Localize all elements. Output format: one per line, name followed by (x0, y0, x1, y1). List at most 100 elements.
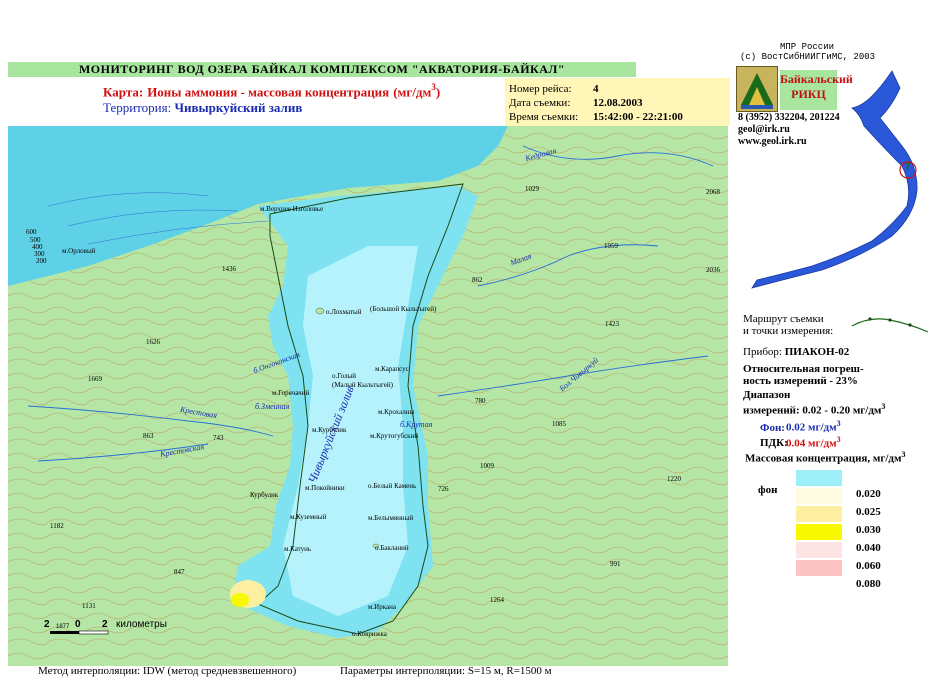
device-value: ПИАКОН-02 (784, 346, 850, 358)
route-label-1: Маршрут съемки (743, 313, 824, 325)
label-cape-gorychachi: м.Горячачий (272, 389, 310, 397)
height-mark: 2036 (706, 266, 720, 274)
legend-value: 0.040 (856, 542, 881, 554)
height-mark: 862 (472, 276, 483, 284)
height-mark: 847 (174, 568, 185, 576)
route-label-2: и точки измерения: (743, 325, 834, 337)
device-line: Прибор: ПИАКОН-02 (743, 346, 849, 358)
range-line-1: Диапазон (743, 389, 791, 401)
bg-value: 0.02 мг/дм (786, 421, 837, 434)
depth-mark: 600 (26, 228, 37, 236)
date-label: Дата съемки: (509, 97, 571, 109)
legend-value: 0.060 (856, 560, 881, 572)
label-cape-krokhalny: м.Крохалны (378, 408, 415, 416)
height-mark: 1009 (480, 462, 494, 470)
scale-unit: километры (116, 619, 167, 630)
map-prefix: Карта: (103, 84, 144, 100)
legend-value: 0.030 (856, 524, 881, 536)
label-island-bely-kamen: о.Белый Камень (368, 482, 417, 490)
label-island-goly: о.Голый (332, 372, 357, 380)
pdk-exp: 3 (836, 434, 841, 444)
pdk-value: 0.04 мг/дм (786, 437, 837, 450)
ministry-line-1: МПР России (780, 42, 835, 52)
height-mark: 743 (213, 434, 224, 442)
inset-region-marker: 7 (905, 162, 911, 173)
height-mark: 726 (438, 485, 449, 493)
map-unit: (мг/дм (393, 84, 432, 100)
survey-info-box: Номер рейса: 4 Дата съемки: 12.08.2003 В… (505, 78, 730, 126)
legend-value: 0.025 (856, 506, 881, 518)
route-legend-label: Маршрут съемки и точки измерения: (743, 313, 833, 337)
height-mark: 1131 (82, 602, 96, 610)
height-mark: 1264 (490, 596, 504, 604)
range-info: Диапазон измерений: 0.02 - 0.20 мг/дм3 (743, 389, 885, 417)
trip-label: Номер рейса: (509, 83, 572, 95)
time-label: Время съемки: (509, 111, 579, 123)
height-mark: 1085 (552, 420, 566, 428)
territory-prefix: Территория: (103, 100, 172, 115)
legend-swatch (796, 506, 842, 522)
legend-swatch (796, 524, 842, 540)
label-cape-karamtsoye: м.Карапсус (375, 365, 409, 373)
height-mark: 780 (475, 397, 486, 405)
legend-swatch (796, 542, 842, 558)
footer-params: Параметры интерполяции: S=15 м, R=1500 м (340, 665, 552, 677)
range-line-2: измерений: 0.02 - 0.20 мг/дм (743, 404, 882, 417)
label-cape-pokoyniki: м.Покойники (305, 484, 345, 492)
label-bay-krutaya: б.Крутая (400, 420, 433, 429)
ministry-line-2: (с) ВостСибНИИГГиМС, 2003 (740, 52, 876, 62)
legend-fon-label: фон (758, 484, 778, 496)
legend-title-line: Массовая концентрация, мг/дм3 (745, 450, 906, 465)
map-subject: Ионы аммония - массовая концентрация (147, 84, 390, 100)
legend-title-exp: 3 (901, 450, 906, 459)
scale-label-left: 2 (44, 619, 50, 630)
height-mark: 1669 (88, 375, 102, 383)
height-mark: 1626 (146, 338, 160, 346)
label-bay-zmeinaya: б.Змеиная (255, 402, 290, 411)
thresholds: Фон:0.02 мг/дм3 ПДК:0.04 мг/дм3 (760, 418, 841, 449)
label-island-lokhmaty-note: (Большой Кыльтыгей) (370, 305, 437, 313)
error-info: Относительная погреш- ность измерений - … (743, 363, 864, 387)
page-title: МОНИТОРИНГ ВОД ОЗЕРА БАЙКАЛ КОМПЛЕКСОМ "… (8, 62, 636, 77)
trip-value: 4 (593, 83, 599, 95)
legend-swatch (796, 488, 842, 504)
time-value: 15:42:00 - 22:21:00 (593, 111, 683, 123)
legend-swatch (796, 560, 842, 576)
territory-name: Чивыркуйский залив (174, 100, 303, 115)
height-mark: 863 (143, 432, 154, 440)
scale-label-mid-small: 1877 (56, 624, 70, 630)
label-island-baklanij: о.Бакланий (375, 544, 409, 552)
island-lokhmaty (315, 307, 325, 315)
height-mark: 1959 (604, 242, 618, 250)
label-village-kurbulik: Курбулик (250, 491, 279, 499)
error-line-1: Относительная погреш- (743, 363, 864, 375)
height-mark: 1423 (605, 320, 619, 328)
bg-label: Фон: (760, 421, 785, 434)
height-mark: 991 (610, 560, 621, 568)
range-exp: 3 (881, 402, 886, 411)
height-mark: 2068 (706, 188, 720, 196)
pdk-label: ПДК: (760, 437, 788, 450)
label-island-lokhmaty: о.Лохматый (326, 308, 362, 316)
label-cape-kuzhelny: м.Куземный (290, 513, 327, 521)
legend-value: 0.020 (856, 488, 881, 500)
height-mark: 1182 (50, 522, 64, 530)
label-cape-orlovy: м.Орловый (62, 247, 96, 255)
map-subject-line: Карта: Ионы аммония - массовая концентра… (103, 82, 440, 101)
label-cape-katun: м.Катунь (284, 545, 312, 553)
territory-line: Территория: Чивыркуйский залив (103, 100, 302, 116)
bg-exp: 3 (836, 419, 841, 428)
legend-swatch (796, 470, 842, 486)
scale-label-mid: 0 (75, 619, 81, 630)
bathymetric-map (8, 126, 728, 666)
legend-value: 0.080 (856, 578, 881, 590)
concentration-zone-040 (231, 593, 249, 607)
height-mark: 1220 (667, 475, 681, 483)
label-cape-upper-izgolovye: м.Верхнее Изголовье (260, 205, 324, 213)
date-value: 12.08.2003 (593, 97, 643, 109)
height-mark: 1029 (525, 185, 539, 193)
label-cape-irkana: м.Иркана (368, 603, 396, 611)
footer-method: Метод интерполяции: IDW (метод средневзв… (38, 665, 297, 677)
map-unit-close: ) (435, 84, 441, 100)
depth-mark: 200 (36, 257, 47, 265)
